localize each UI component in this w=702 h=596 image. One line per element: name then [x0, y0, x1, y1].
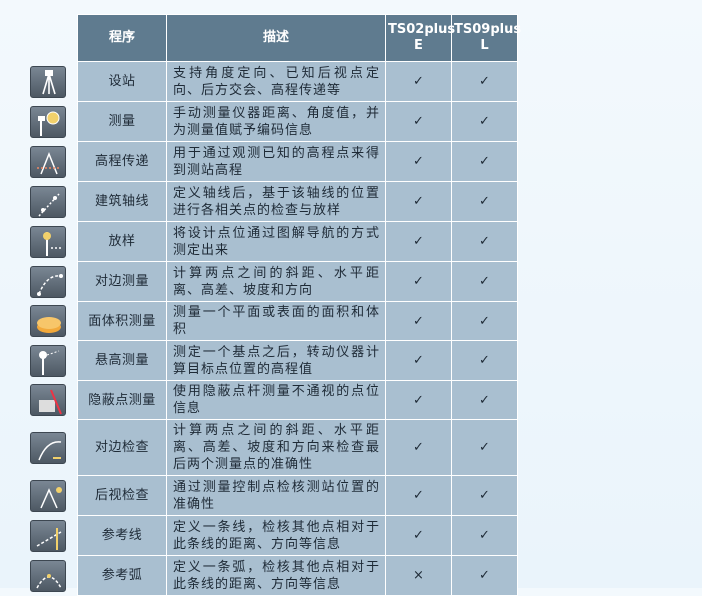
program-description: 计算两点之间的斜距、水平距离、高差、坡度和方向来检查最后两个测量点的准确性 — [166, 419, 386, 476]
ts02-support-mark: ✓ — [385, 221, 452, 262]
program-description: 定义轴线后，基于该轴线的位置进行各相关点的检查与放样 — [166, 181, 386, 222]
ts02-support-mark: × — [385, 555, 452, 596]
program-name: 建筑轴线 — [77, 181, 167, 222]
ts09-support-mark: ✓ — [451, 61, 518, 102]
ts02-support-mark: ✓ — [385, 101, 452, 142]
table-row: 悬高测量 测定一个基点之后，转动仪器计算目标点位置的高程值 ✓ ✓ — [77, 340, 518, 381]
table-row: 建筑轴线 定义轴线后，基于该轴线的位置进行各相关点的检查与放样 ✓ ✓ — [77, 181, 518, 222]
total-station-setup-icon — [30, 65, 66, 98]
table-row: 面体积测量 测量一个平面或表面的面积和体积 ✓ ✓ — [77, 301, 518, 341]
table-row: 后视检查 通过测量控制点检核测站位置的准确性 ✓ ✓ — [77, 475, 518, 516]
ts02-support-mark: ✓ — [385, 61, 452, 102]
ts02-support-mark: ✓ — [385, 419, 452, 476]
program-description: 使用隐蔽点杆测量不通视的点位信息 — [166, 380, 386, 420]
program-description: 将设计点位通过图解导航的方式测定出来 — [166, 221, 386, 262]
table-row: 高程传递 用于通过观测已知的高程点来得到测站高程 ✓ ✓ — [77, 141, 518, 182]
table-row: 对边测量 计算两点之间的斜距、水平距离、高差、坡度和方向 ✓ ✓ — [77, 261, 518, 302]
ts09-support-mark: ✓ — [451, 419, 518, 476]
ts09-support-mark: ✓ — [451, 261, 518, 302]
construction-axis-icon — [30, 185, 66, 218]
program-name: 设站 — [77, 61, 167, 102]
ts02-support-mark: ✓ — [385, 475, 452, 516]
backsight-check-icon — [30, 479, 66, 512]
stakeout-icon — [30, 225, 66, 258]
ts09-support-mark: ✓ — [451, 101, 518, 142]
header-program: 程序 — [77, 14, 167, 62]
header-row: 程序 描述 TS02plus E TS09plus L — [77, 14, 521, 62]
program-name: 后视检查 — [77, 475, 167, 516]
ts09-support-mark: ✓ — [451, 141, 518, 182]
program-name: 高程传递 — [77, 141, 167, 182]
reference-arc-icon — [30, 559, 66, 592]
height-transfer-icon — [30, 145, 66, 178]
ts02-support-mark: ✓ — [385, 301, 452, 341]
ts09-support-mark: ✓ — [451, 555, 518, 596]
program-name: 面体积测量 — [77, 301, 167, 341]
tie-distance-check-icon — [30, 431, 66, 464]
ts09-support-mark: ✓ — [451, 221, 518, 262]
program-description: 支持角度定向、已知后视点定向、后方交会、高程传递等 — [166, 61, 386, 102]
ts02-support-mark: ✓ — [385, 181, 452, 222]
program-name: 隐蔽点测量 — [77, 380, 167, 420]
ts02-support-mark: ✓ — [385, 380, 452, 420]
table-row: 测量 手动测量仪器距离、角度值，并为测量值赋予编码信息 ✓ ✓ — [77, 101, 518, 142]
program-description: 测量一个平面或表面的面积和体积 — [166, 301, 386, 341]
header-ts02: TS02plus E — [385, 14, 455, 62]
program-description: 定义一条弧，检核其他点相对于此条线的距离、方向等信息 — [166, 555, 386, 596]
table-row: 参考线 定义一条线，检核其他点相对于此条线的距离、方向等信息 ✓ ✓ — [77, 515, 518, 556]
table-row: 隐蔽点测量 使用隐蔽点杆测量不通视的点位信息 ✓ ✓ — [77, 380, 518, 420]
program-description: 手动测量仪器距离、角度值，并为测量值赋予编码信息 — [166, 101, 386, 142]
program-name: 悬高测量 — [77, 340, 167, 381]
ts02-support-mark: ✓ — [385, 261, 452, 302]
program-description: 用于通过观测已知的高程点来得到测站高程 — [166, 141, 386, 182]
program-name: 参考弧 — [77, 555, 167, 596]
program-description: 通过测量控制点检核测站位置的准确性 — [166, 475, 386, 516]
table-row: 对边检查 计算两点之间的斜距、水平距离、高差、坡度和方向来检查最后两个测量点的准确… — [77, 419, 518, 476]
ts02-support-mark: ✓ — [385, 515, 452, 556]
program-description: 测定一个基点之后，转动仪器计算目标点位置的高程值 — [166, 340, 386, 381]
hidden-point-icon — [30, 384, 66, 416]
ts09-support-mark: ✓ — [451, 301, 518, 341]
program-name: 测量 — [77, 101, 167, 142]
survey-prism-icon — [30, 105, 66, 138]
program-name: 对边测量 — [77, 261, 167, 302]
program-name: 参考线 — [77, 515, 167, 556]
reference-line-icon — [30, 519, 66, 552]
remote-height-icon — [30, 344, 66, 377]
program-description: 计算两点之间的斜距、水平距离、高差、坡度和方向 — [166, 261, 386, 302]
table-row: 参考弧 定义一条弧，检核其他点相对于此条线的距离、方向等信息 × ✓ — [77, 555, 518, 596]
ts02-support-mark: ✓ — [385, 141, 452, 182]
page: 程序 描述 TS02plus E TS09plus L 设站 支持角度定向、已知后视点… — [0, 0, 702, 596]
program-name: 对边检查 — [77, 419, 167, 476]
ts09-support-mark: ✓ — [451, 515, 518, 556]
header-ts09: TS09plus L — [451, 14, 521, 62]
ts09-support-mark: ✓ — [451, 380, 518, 420]
ts02-support-mark: ✓ — [385, 340, 452, 381]
area-volume-icon — [30, 305, 66, 337]
table-row: 设站 支持角度定向、已知后视点定向、后方交会、高程传递等 ✓ ✓ — [77, 61, 518, 102]
ts09-support-mark: ✓ — [451, 340, 518, 381]
program-table: 程序 描述 TS02plus E TS09plus L 设站 支持角度定向、已知后视点… — [77, 14, 521, 596]
tie-distance-icon — [30, 265, 66, 298]
ts09-support-mark: ✓ — [451, 181, 518, 222]
program-description: 定义一条线，检核其他点相对于此条线的距离、方向等信息 — [166, 515, 386, 556]
header-description: 描述 — [166, 14, 386, 62]
ts09-support-mark: ✓ — [451, 475, 518, 516]
table-row: 放样 将设计点位通过图解导航的方式测定出来 ✓ ✓ — [77, 221, 518, 262]
program-name: 放样 — [77, 221, 167, 262]
